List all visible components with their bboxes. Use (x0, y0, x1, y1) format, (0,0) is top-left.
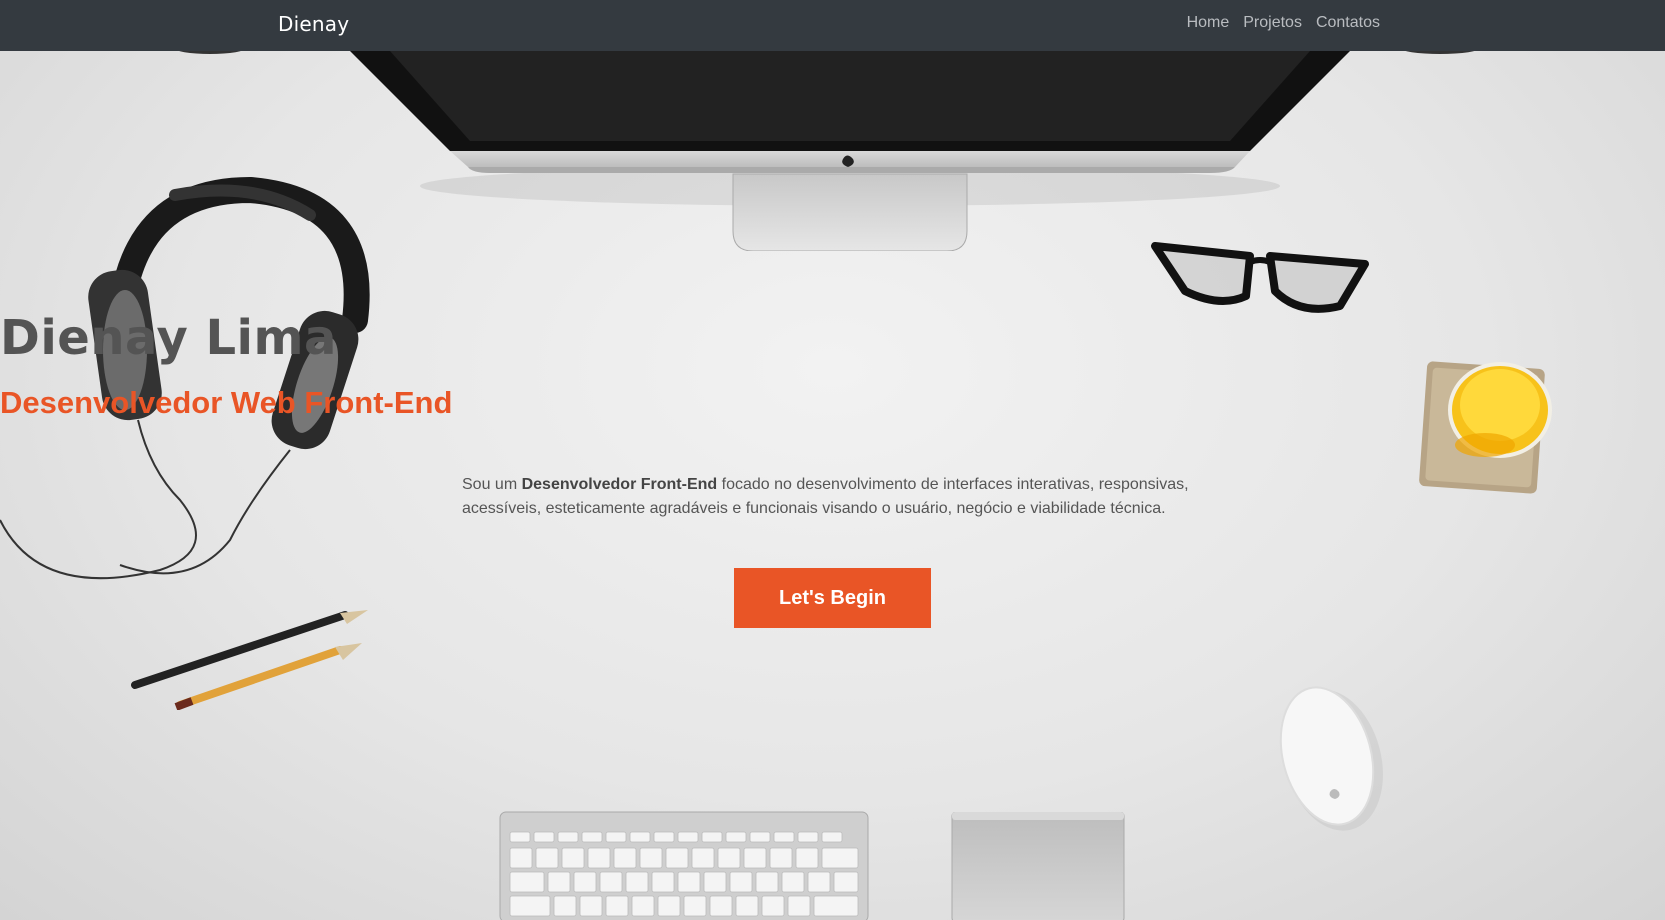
hero-subtitle: Desenvolvedor Web Front-End (0, 385, 453, 420)
lets-begin-button[interactable]: Let's Begin (734, 568, 931, 628)
nav-links: Home Projetos Contatos (1187, 14, 1380, 32)
monitor-icon (350, 51, 1350, 251)
hero-description-prefix: Sou um (462, 476, 522, 493)
keyboard-icon (499, 811, 869, 920)
pencils-icon (131, 610, 368, 710)
trackpad-icon (951, 812, 1125, 920)
nav-link-projetos[interactable]: Projetos (1243, 14, 1302, 32)
hero-title: Dienay Lima (0, 310, 337, 366)
mouse-icon (1279, 686, 1383, 831)
nav-link-contatos[interactable]: Contatos (1316, 14, 1380, 32)
navbar: Dienay Home Projetos Contatos (0, 0, 1665, 51)
nav-link-home[interactable]: Home (1187, 14, 1230, 32)
hero-description: Sou um Desenvolvedor Front-End focado no… (462, 473, 1202, 521)
hero-description-bold: Desenvolvedor Front-End (521, 476, 718, 493)
brand-link[interactable]: Dienay (278, 12, 349, 36)
